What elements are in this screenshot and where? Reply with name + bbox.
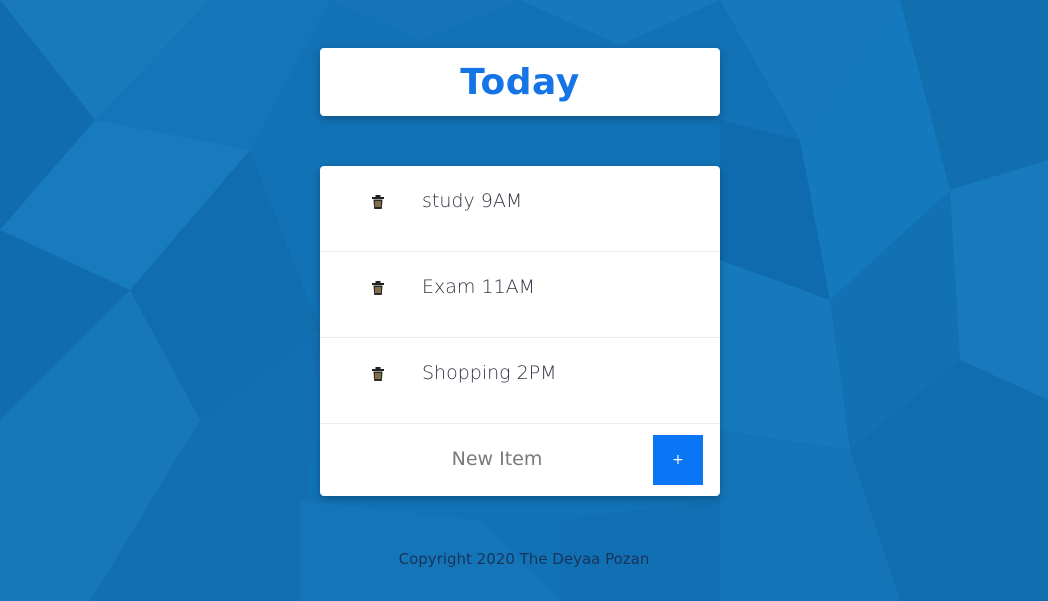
list-item: Shopping 2PM xyxy=(320,338,720,424)
title-card: Today xyxy=(320,48,720,116)
trash-icon[interactable] xyxy=(370,366,386,382)
new-item-input[interactable] xyxy=(380,442,614,476)
list-item: study 9AM xyxy=(320,166,720,252)
add-item-button[interactable]: + xyxy=(653,435,703,485)
todo-list-card: study 9AM Exam 11AM Shopping 2PM New Ite… xyxy=(320,166,720,496)
page-title: Today xyxy=(460,61,580,103)
item-label: Shopping 2PM xyxy=(422,362,557,384)
trash-icon[interactable] xyxy=(370,194,386,210)
item-label: Exam 11AM xyxy=(422,276,536,298)
list-item: Exam 11AM xyxy=(320,252,720,338)
new-item-row: + xyxy=(320,424,720,496)
trash-icon[interactable] xyxy=(370,280,386,296)
item-label: study 9AM xyxy=(422,190,523,212)
footer-copyright: Copyright 2020 The Deyaa Pozan xyxy=(398,550,650,568)
